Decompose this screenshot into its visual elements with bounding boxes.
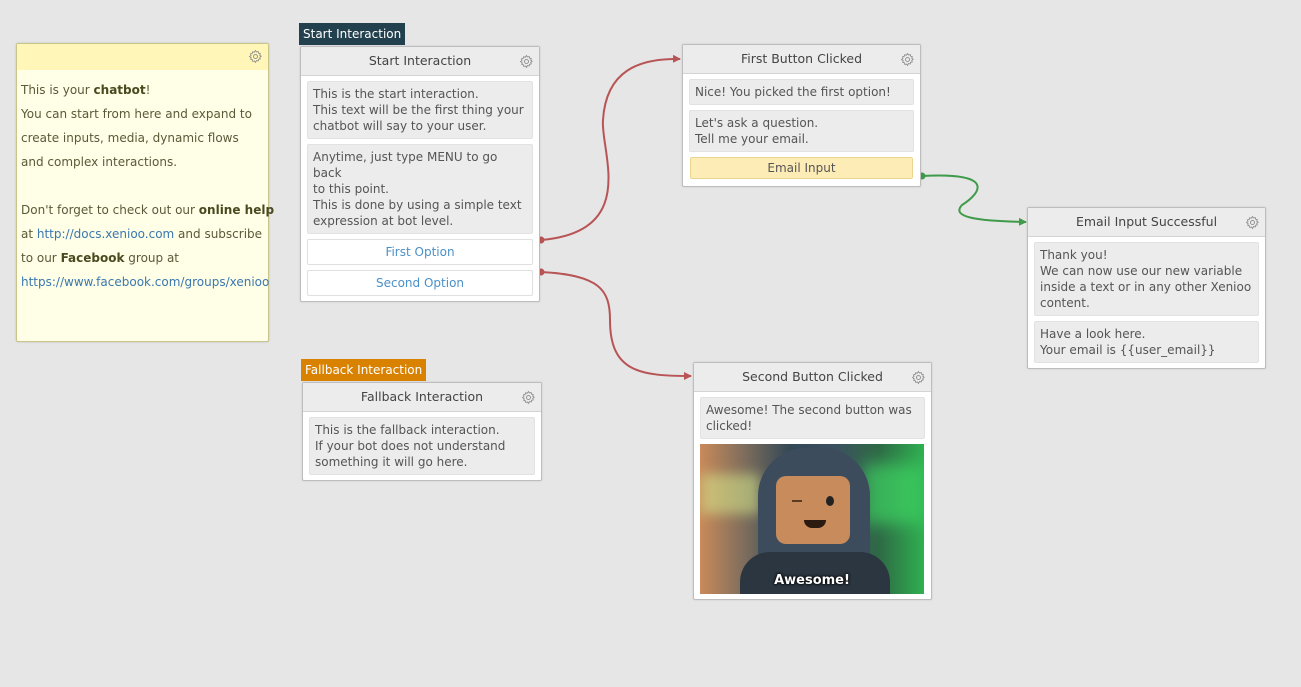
gear-icon[interactable] xyxy=(910,369,926,385)
node-fallback-interaction[interactable]: Fallback Interaction This is the fallbac… xyxy=(302,382,542,481)
note-text-span: at xyxy=(21,227,37,241)
note-line: This is your chatbot! xyxy=(21,78,264,102)
link-second-option-to-second-button-clicked[interactable] xyxy=(540,271,692,380)
note-text-span: This is your xyxy=(21,83,94,97)
text-message[interactable]: Awesome! The second button was clicked! xyxy=(700,397,925,439)
text-message[interactable]: Anytime, just type MENU to go back to th… xyxy=(307,144,533,234)
note-text-span: create inputs, media, dynamic flows xyxy=(21,131,239,145)
gear-icon[interactable] xyxy=(520,389,536,405)
note-text-span: and subscribe xyxy=(174,227,263,241)
node-title-text: Start Interaction xyxy=(368,53,472,68)
node-title: Start Interaction xyxy=(301,47,539,76)
note-text-span: and complex interactions. xyxy=(21,155,178,169)
link-first-option-to-first-button-clicked[interactable] xyxy=(540,54,681,241)
start-interaction-tag: Start Interaction xyxy=(299,23,406,45)
note-text-span: group at xyxy=(124,251,180,265)
email-input-button[interactable]: Email Input xyxy=(688,155,915,181)
fallback-interaction-tag: Fallback Interaction xyxy=(301,359,427,381)
node-first-button-clicked[interactable]: First Button Clicked Nice! You picked th… xyxy=(682,44,921,187)
node-title-text: Fallback Interaction xyxy=(360,389,484,404)
gear-icon[interactable] xyxy=(899,51,915,67)
note-line: https://www.facebook.com/groups/xenioo xyxy=(21,270,269,294)
text-message[interactable]: Have a look here. Your email is {{user_e… xyxy=(1034,321,1259,363)
note-text-span: ! xyxy=(145,83,151,97)
note-bold-text: online help xyxy=(198,203,275,217)
note-text-span: to our xyxy=(21,251,61,265)
text-message[interactable]: Let's ask a question. Tell me your email… xyxy=(689,110,914,152)
note-line: and complex interactions. xyxy=(21,150,264,174)
node-title: Fallback Interaction xyxy=(303,383,541,412)
note-header xyxy=(17,44,268,70)
node-start-interaction[interactable]: Start Interaction This is the start inte… xyxy=(300,46,540,302)
flow-canvas[interactable]: This is your chatbot! You can start from … xyxy=(0,0,1301,687)
node-title-text: Second Button Clicked xyxy=(742,369,883,384)
note-bold-text: Facebook xyxy=(60,251,125,265)
node-title: Second Button Clicked xyxy=(694,363,931,392)
gear-icon[interactable] xyxy=(518,53,534,69)
welcome-note[interactable]: This is your chatbot! You can start from … xyxy=(16,43,274,342)
node-title: First Button Clicked xyxy=(683,45,920,74)
note-link[interactable]: https://www.facebook.com/groups/xenioo xyxy=(21,275,269,289)
note-text: This is your chatbot! You can start from … xyxy=(17,70,274,294)
text-message[interactable]: Thank you! We can now use our new variab… xyxy=(1034,242,1259,316)
node-email-input-successful[interactable]: Email Input Successful Thank you! We can… xyxy=(1027,207,1266,369)
node-title: Email Input Successful xyxy=(1028,208,1265,237)
note-text-span: Don't forget to check out our xyxy=(21,203,199,217)
text-message[interactable]: This is the start interaction. This text… xyxy=(307,81,533,139)
note-line: at http://docs.xenioo.com and subscribe xyxy=(21,222,264,246)
note-text-span: You can start from here and expand to xyxy=(21,107,252,121)
first-option-button[interactable]: First Option xyxy=(307,239,533,265)
node-title-text: Email Input Successful xyxy=(1075,214,1218,229)
note-line: Don't forget to check out our online hel… xyxy=(21,198,274,222)
node-title-text: First Button Clicked xyxy=(740,51,863,66)
media-image[interactable]: Awesome! xyxy=(700,444,924,594)
text-message[interactable]: Nice! You picked the first option! xyxy=(689,79,914,105)
node-second-button-clicked[interactable]: Second Button Clicked Awesome! The secon… xyxy=(693,362,932,600)
gear-icon[interactable] xyxy=(1244,214,1260,230)
gear-icon[interactable] xyxy=(247,48,263,64)
image-caption: Awesome! xyxy=(774,573,850,588)
second-option-button[interactable]: Second Option xyxy=(307,270,533,296)
note-line: You can start from here and expand to xyxy=(21,102,264,126)
note-line: create inputs, media, dynamic flows xyxy=(21,126,264,150)
link-email-input-to-email-input-successful[interactable] xyxy=(921,174,1027,226)
note-line: to our Facebook group at xyxy=(21,246,264,270)
note-bold-text: chatbot xyxy=(93,83,146,97)
text-message[interactable]: This is the fallback interaction. If you… xyxy=(309,417,535,475)
note-line xyxy=(21,174,264,198)
note-link[interactable]: http://docs.xenioo.com xyxy=(37,227,174,241)
